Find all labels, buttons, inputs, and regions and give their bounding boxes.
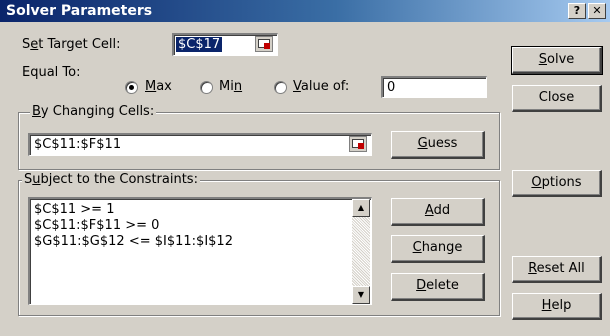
max-radio[interactable] [125, 81, 138, 94]
changing-refedit-icon[interactable] [349, 136, 367, 152]
help-title-button[interactable]: ? [568, 3, 586, 19]
min-label[interactable]: Min [219, 79, 242, 94]
guess-button[interactable]: Guess [391, 131, 485, 159]
min-radio[interactable] [200, 81, 213, 94]
delete-button[interactable]: Delete [391, 273, 485, 301]
solve-button[interactable]: Solve [511, 46, 603, 75]
equal-to-label: Equal To: [22, 65, 81, 80]
scroll-up-icon[interactable]: ▲ [352, 199, 370, 217]
close-button[interactable]: Close [512, 85, 602, 112]
max-label[interactable]: Max [145, 79, 172, 94]
value-of-label[interactable]: Value of: [293, 79, 349, 94]
constraint-item[interactable]: $G$11:$G$12 <= $I$11:$I$12 [34, 234, 233, 249]
value-of-radio[interactable] [274, 81, 287, 94]
target-cell-label: Set Target Cell: [22, 37, 121, 52]
help-button[interactable]: Help [512, 293, 602, 320]
target-cell-value: $C$17 [176, 37, 223, 52]
value-of-input[interactable]: 0 [381, 76, 487, 98]
change-button[interactable]: Change [391, 235, 485, 263]
refedit-icon[interactable] [255, 36, 273, 52]
window-title: Solver Parameters [6, 3, 153, 19]
radio-selected-icon [129, 85, 134, 90]
changing-cells-input[interactable]: $C$11:$F$11 [28, 133, 372, 156]
constraints-listbox[interactable]: $C$11 >= 1 $C$11:$F$11 >= 0 $G$11:$G$12 … [28, 197, 372, 305]
constraint-item[interactable]: $C$11:$F$11 >= 0 [34, 218, 159, 233]
add-button[interactable]: Add [391, 198, 485, 226]
scroll-down-icon[interactable]: ▼ [352, 286, 370, 304]
constraints-legend: Subject to the Constraints: [22, 172, 200, 187]
close-title-button[interactable]: ✕ [588, 3, 606, 19]
reset-all-button[interactable]: Reset All [512, 256, 602, 283]
constraint-item[interactable]: $C$11 >= 1 [34, 202, 114, 217]
changing-cells-legend: By Changing Cells: [30, 104, 157, 119]
options-button[interactable]: Options [512, 170, 602, 197]
